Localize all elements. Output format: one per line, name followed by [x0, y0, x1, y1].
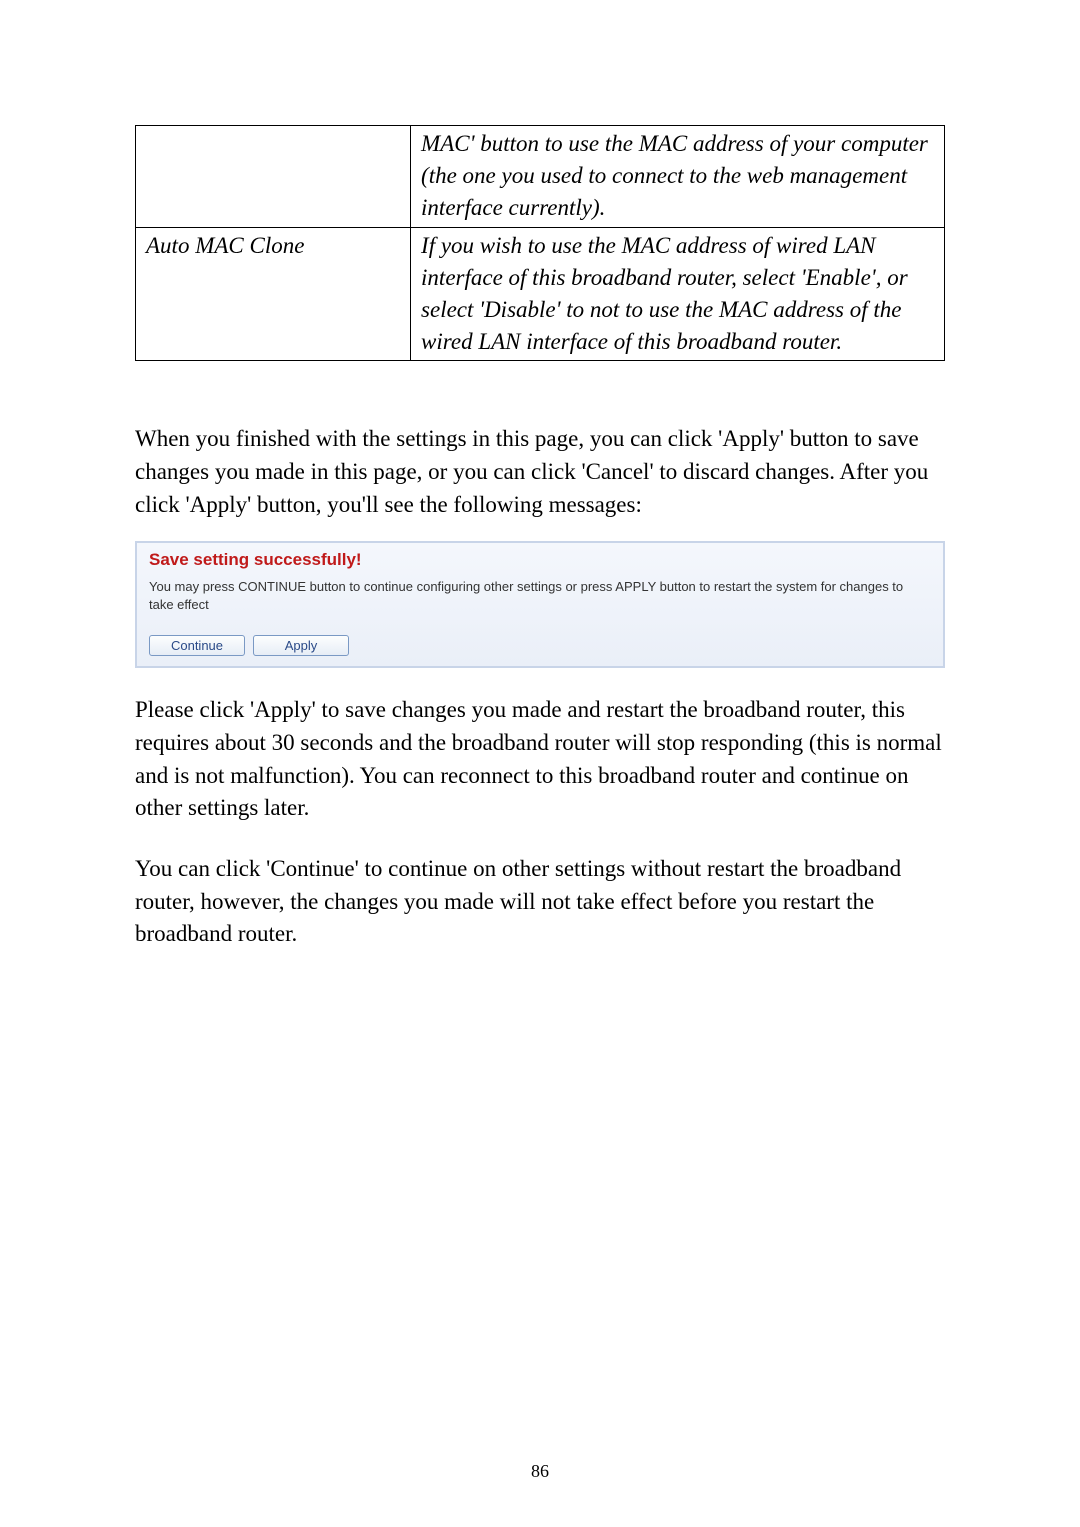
continue-button[interactable]: Continue — [149, 635, 245, 656]
save-setting-panel: Save setting successfully! You may press… — [135, 541, 945, 668]
settings-table: MAC' button to use the MAC address of yo… — [135, 125, 945, 361]
apply-button[interactable]: Apply — [253, 635, 349, 656]
cell-row2-col2: If you wish to use the MAC address of wi… — [411, 227, 945, 361]
panel-buttons: Continue Apply — [149, 635, 931, 656]
paragraph-apply: Please click 'Apply' to save changes you… — [135, 694, 945, 825]
panel-title: Save setting successfully! — [149, 550, 931, 570]
paragraph-intro: When you finished with the settings in t… — [135, 423, 945, 521]
table-row: Auto MAC Clone If you wish to use the MA… — [136, 227, 945, 361]
panel-message: You may press CONTINUE button to continu… — [149, 578, 931, 613]
cell-row2-col1: Auto MAC Clone — [136, 227, 411, 361]
page-number: 86 — [0, 1461, 1080, 1482]
table-row: MAC' button to use the MAC address of yo… — [136, 126, 945, 228]
cell-row1-col1 — [136, 126, 411, 228]
paragraph-continue: You can click 'Continue' to continue on … — [135, 853, 945, 951]
cell-row1-col2: MAC' button to use the MAC address of yo… — [411, 126, 945, 228]
